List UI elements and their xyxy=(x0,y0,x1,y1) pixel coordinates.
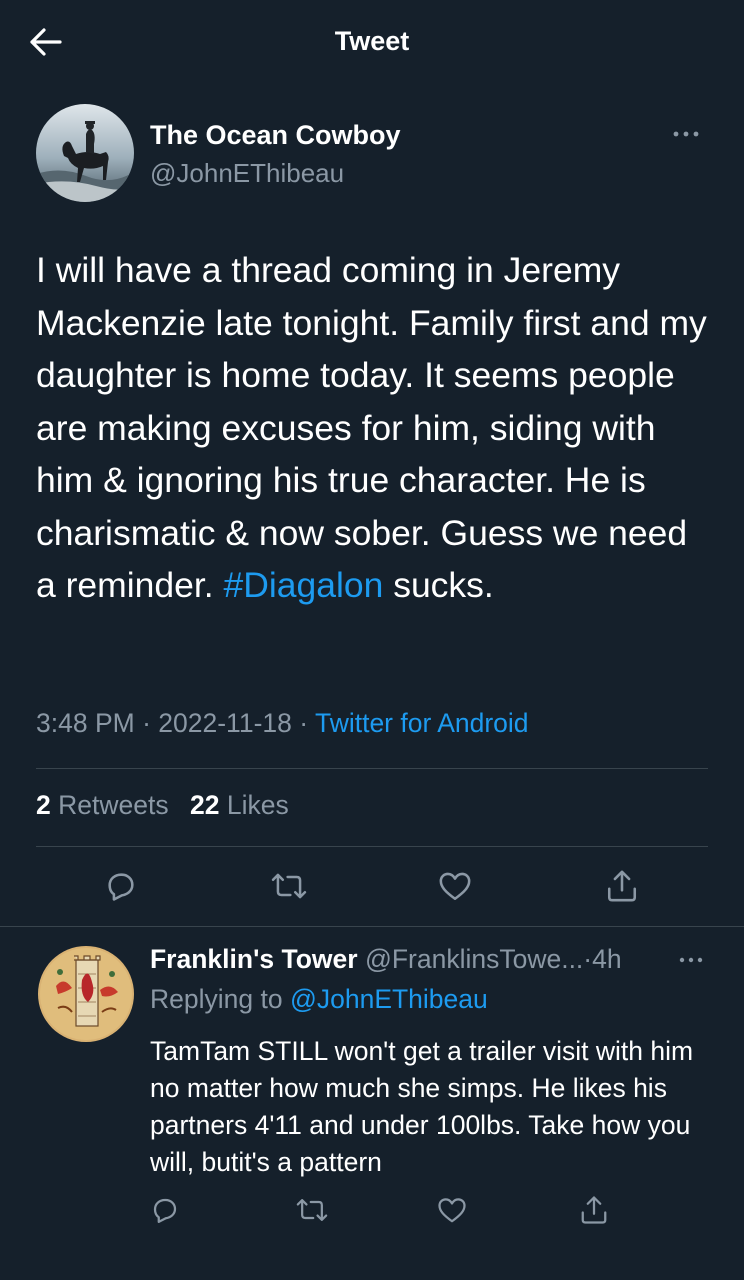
more-dots-icon xyxy=(668,122,704,146)
likes-count: 22 xyxy=(189,790,220,820)
tweet-action-bar xyxy=(0,862,744,912)
reply-reply-button[interactable] xyxy=(145,1188,185,1232)
tweet-source-link[interactable]: Twitter for Android xyxy=(315,708,529,738)
meta-separator: · xyxy=(299,708,309,738)
hashtag-link[interactable]: #Diagalon xyxy=(223,565,383,605)
author-avatar[interactable] xyxy=(36,104,134,202)
tweet-author-row: The Ocean Cowboy @JohnEThibeau xyxy=(36,104,708,204)
reply-time[interactable]: 4h xyxy=(592,944,621,974)
tweet-date: 2022-11-18 xyxy=(158,708,292,738)
reply-author-handle[interactable]: @FranklinsTowe... xyxy=(365,944,583,974)
reply-icon xyxy=(104,869,138,903)
retweet-icon xyxy=(271,869,307,903)
retweets-label: Retweets xyxy=(58,790,169,820)
likes-label: Likes xyxy=(226,790,289,820)
like-heart-icon xyxy=(437,1196,467,1224)
reply-retweet-button[interactable] xyxy=(292,1188,332,1232)
tweet-detail-page: Tweet The Ocean Cowboy @JohnEThibeau I w… xyxy=(0,0,744,1280)
reply-header: Franklin's Tower @FranklinsTowe...·4h xyxy=(150,944,710,975)
share-button[interactable] xyxy=(600,862,644,910)
more-options-button[interactable] xyxy=(668,122,704,146)
reply-separator: · xyxy=(583,944,593,974)
reply-action-bar xyxy=(0,1188,744,1232)
reply-share-button[interactable] xyxy=(574,1188,614,1232)
tweet-stats: 2 Retweets 22 Likes xyxy=(36,790,303,821)
author-name[interactable]: The Ocean Cowboy xyxy=(150,120,401,151)
top-app-bar: Tweet xyxy=(0,0,744,86)
tweet-time: 3:48 PM xyxy=(36,708,135,738)
reply-button[interactable] xyxy=(99,862,143,910)
likes-stat[interactable]: 22 Likes xyxy=(190,790,289,820)
replying-to-line: Replying to @JohnEThibeau xyxy=(150,984,488,1015)
tweet-timestamp-line: 3:48 PM · 2022-11-18 · Twitter for Andro… xyxy=(36,708,529,739)
divider xyxy=(36,768,708,769)
reply-icon xyxy=(150,1195,180,1225)
share-icon xyxy=(580,1195,608,1225)
reply-author-name[interactable]: Franklin's Tower xyxy=(150,944,358,974)
reply-text: TamTam STILL won't get a trailer visit w… xyxy=(150,1036,694,1177)
reply-author-avatar[interactable] xyxy=(38,946,134,1042)
page-title: Tweet xyxy=(334,26,410,56)
retweet-icon xyxy=(296,1195,328,1225)
share-icon xyxy=(606,869,638,903)
reply-like-button[interactable] xyxy=(432,1188,472,1232)
tweet-body-text-end: sucks. xyxy=(383,565,494,605)
meta-separator: · xyxy=(142,708,151,738)
like-button[interactable] xyxy=(433,862,477,910)
tweet-body-text: I will have a thread coming in Jeremy Ma… xyxy=(36,250,707,605)
retweets-stat[interactable]: 2 Retweets xyxy=(36,790,169,820)
reply-more-options-button[interactable] xyxy=(676,950,706,970)
tweet-text: I will have a thread coming in Jeremy Ma… xyxy=(36,244,716,612)
divider xyxy=(0,926,744,927)
retweet-button[interactable] xyxy=(267,862,311,910)
author-handle[interactable]: @JohnEThibeau xyxy=(150,158,344,189)
like-heart-icon xyxy=(438,870,472,902)
divider xyxy=(36,846,708,847)
more-dots-icon xyxy=(676,950,706,970)
replying-to-mention[interactable]: @JohnEThibeau xyxy=(290,984,488,1014)
retweets-count: 2 xyxy=(36,790,51,820)
replying-to-label: Replying to xyxy=(150,984,283,1014)
